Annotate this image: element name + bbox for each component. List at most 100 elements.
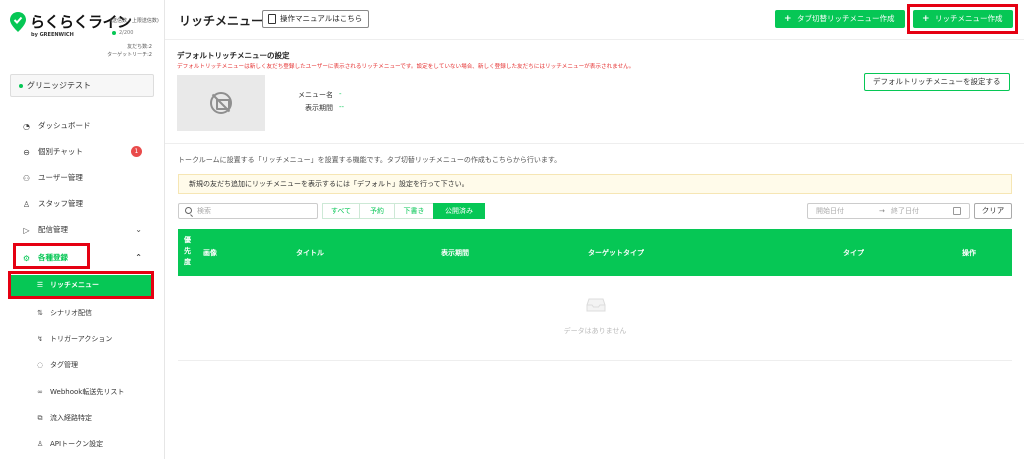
api-icon: ♙ [36,440,44,448]
divider [165,143,1024,144]
main-content: リッチメニュー 操作マニュアルはこちら + タブ切替リッチメニュー作成 + リッ… [165,0,1024,459]
app-root: らくらくライン (送信数 / 上限送信数) by GREENWICH 2/200… [0,0,1024,459]
period-value: -- [339,103,345,111]
brand-logo[interactable]: らくらくライン (送信数 / 上限送信数) by GREENWICH [10,10,160,40]
sidebar-item-dashboard[interactable]: ◔ ダッシュボード [0,114,164,138]
account-name: グリニッジテスト [27,81,91,90]
sidebar-item-rich-menu[interactable]: ☰ リッチメニュー [10,275,154,296]
page-description: トークルームに設置する「リッチメニュー」を設置する機能です。タブ切替リッチメニュ… [178,156,562,164]
period-label: 表示期間 [305,104,333,112]
manual-link-button[interactable]: 操作マニュアルはこちら [262,10,370,28]
tab-all[interactable]: すべて [322,203,360,219]
set-default-menu-button[interactable]: デフォルトリッチメニューを設定する [864,73,1010,91]
unread-badge: 1 [131,146,142,157]
column-header-image: 画像 [203,249,217,257]
no-image-icon [210,92,232,114]
tag-icon: ◌ [36,361,44,369]
sidebar-item-staff[interactable]: ♙ スタッフ管理 [0,192,164,216]
default-menu-title: デフォルトリッチメニューの設定 [177,51,290,60]
sidebar-item-tags[interactable]: ◌ タグ管理 [0,353,164,377]
route-icon: ⧉ [37,414,43,422]
table-header: 優 先 度 画像 タイトル 表示期間 ターゲットタイプ タイプ 操作 [178,229,1012,276]
link-icon: ∞ [37,388,43,396]
sidebar-item-webhook[interactable]: ∞ Webhook転送先リスト [0,380,164,404]
sidebar-item-label: 配信管理 [38,225,68,234]
create-tab-rich-menu-label: タブ切替リッチメニュー作成 [797,14,895,23]
sidebar-item-label: 各種登録 [38,253,68,262]
send-icon: ▷ [23,226,30,235]
empty-inbox-icon [586,298,606,312]
logo-sub: (送信数 / 上限送信数) [110,18,159,24]
sidebar-item-trigger[interactable]: ↯ トリガーアクション [0,327,164,351]
sidebar-item-label: APIトークン設定 [50,440,104,448]
clear-button[interactable]: クリア [974,203,1012,219]
menu-name-label: メニュー名 [298,91,333,99]
chevron-down-icon: ⌄ [135,225,142,234]
sidebar-item-label: タグ管理 [50,361,78,369]
sidebar-item-scenario[interactable]: ⇅ シナリオ配信 [0,301,164,325]
logo-by: by GREENWICH [31,32,74,38]
empty-message: データはありません [563,327,627,335]
date-range-picker[interactable]: 開始日付 → 終了日付 [807,203,970,219]
end-date-input[interactable]: 終了日付 [891,204,919,218]
tab-scheduled[interactable]: 予約 [359,203,395,219]
priority-char: 優 [184,236,191,244]
column-header-actions: 操作 [962,249,976,257]
column-header-target-type: ターゲットタイプ [588,249,644,257]
priority-char: 度 [184,258,191,266]
start-date-input[interactable]: 開始日付 [816,204,844,218]
create-tab-rich-menu-button[interactable]: + タブ切替リッチメニュー作成 [775,10,905,28]
tab-draft[interactable]: 下書き [394,203,434,219]
send-count-value: 2/200 [119,30,134,36]
document-icon [268,14,276,24]
friends-count: 友だち数:2 [127,44,152,50]
arrow-right-icon: → [879,207,885,215]
sidebar: らくらくライン (送信数 / 上限送信数) by GREENWICH 2/200… [0,0,165,459]
plus-icon: + [922,14,930,24]
users-icon: ⚇ [22,174,31,183]
sidebar-item-label: ユーザー管理 [38,173,83,182]
sidebar-item-label: 流入経路特定 [50,414,92,422]
page-title: リッチメニュー [179,14,264,28]
column-header-title: タイトル [296,249,324,257]
trigger-icon: ↯ [37,335,43,343]
dashboard-icon: ◔ [23,122,30,131]
logo-pin-icon [10,12,26,32]
plus-icon: + [784,14,792,24]
sidebar-item-label: シナリオ配信 [50,309,92,317]
default-menu-note: デフォルトリッチメニューは新しく友だち登録したユーザーに表示されるリッチメニュー… [177,64,635,70]
account-status-icon [19,83,23,88]
sidebar-item-users[interactable]: ⚇ ユーザー管理 [0,166,164,190]
sidebar-item-label: トリガーアクション [50,335,113,343]
column-header-type: タイプ [843,249,864,257]
status-dot-icon [112,30,116,35]
target-reach: ターゲットリーチ:2 [107,52,152,58]
settings-icon: ⚙ [22,254,31,263]
sidebar-item-chat[interactable]: ⊖ 個別チャット 1 [0,140,164,164]
table-empty-state: データはありません [178,276,1012,361]
calendar-icon [953,207,961,215]
chat-icon: ⊖ [23,148,30,157]
sidebar-item-label: Webhook転送先リスト [50,388,125,396]
column-header-period: 表示期間 [441,249,469,257]
column-header-priority[interactable]: 優 先 度 [184,235,192,268]
send-count: 2/200 [112,30,133,36]
chevron-up-icon: ⌃ [135,253,142,262]
staff-icon: ♙ [22,200,31,209]
sidebar-item-api-token[interactable]: ♙ APIトークン設定 [0,432,164,456]
friends-info: 友だち数:2 ターゲットリーチ:2 [107,43,152,59]
search-box[interactable] [178,203,318,219]
sidebar-item-label: リッチメニュー [50,281,99,289]
account-selector[interactable]: グリニッジテスト [10,74,154,97]
search-input[interactable] [197,205,312,217]
create-rich-menu-button[interactable]: + リッチメニュー作成 [913,10,1013,28]
sidebar-item-delivery[interactable]: ▷ 配信管理 ⌄ [0,218,164,242]
default-menu-image-placeholder [177,75,265,131]
sidebar-item-inflow-route[interactable]: ⧉ 流入経路特定 [0,406,164,430]
sidebar-item-registration[interactable]: ⚙ 各種登録 ⌃ [0,246,164,270]
tab-published[interactable]: 公開済み [433,203,485,219]
sidebar-item-label: 個別チャット [38,147,83,156]
create-rich-menu-label: リッチメニュー作成 [935,14,1003,23]
notice-banner: 新規の友だち追加にリッチメニューを表示するには「デフォルト」設定を行って下さい。 [178,174,1012,194]
menu-icon: ☰ [36,281,44,289]
